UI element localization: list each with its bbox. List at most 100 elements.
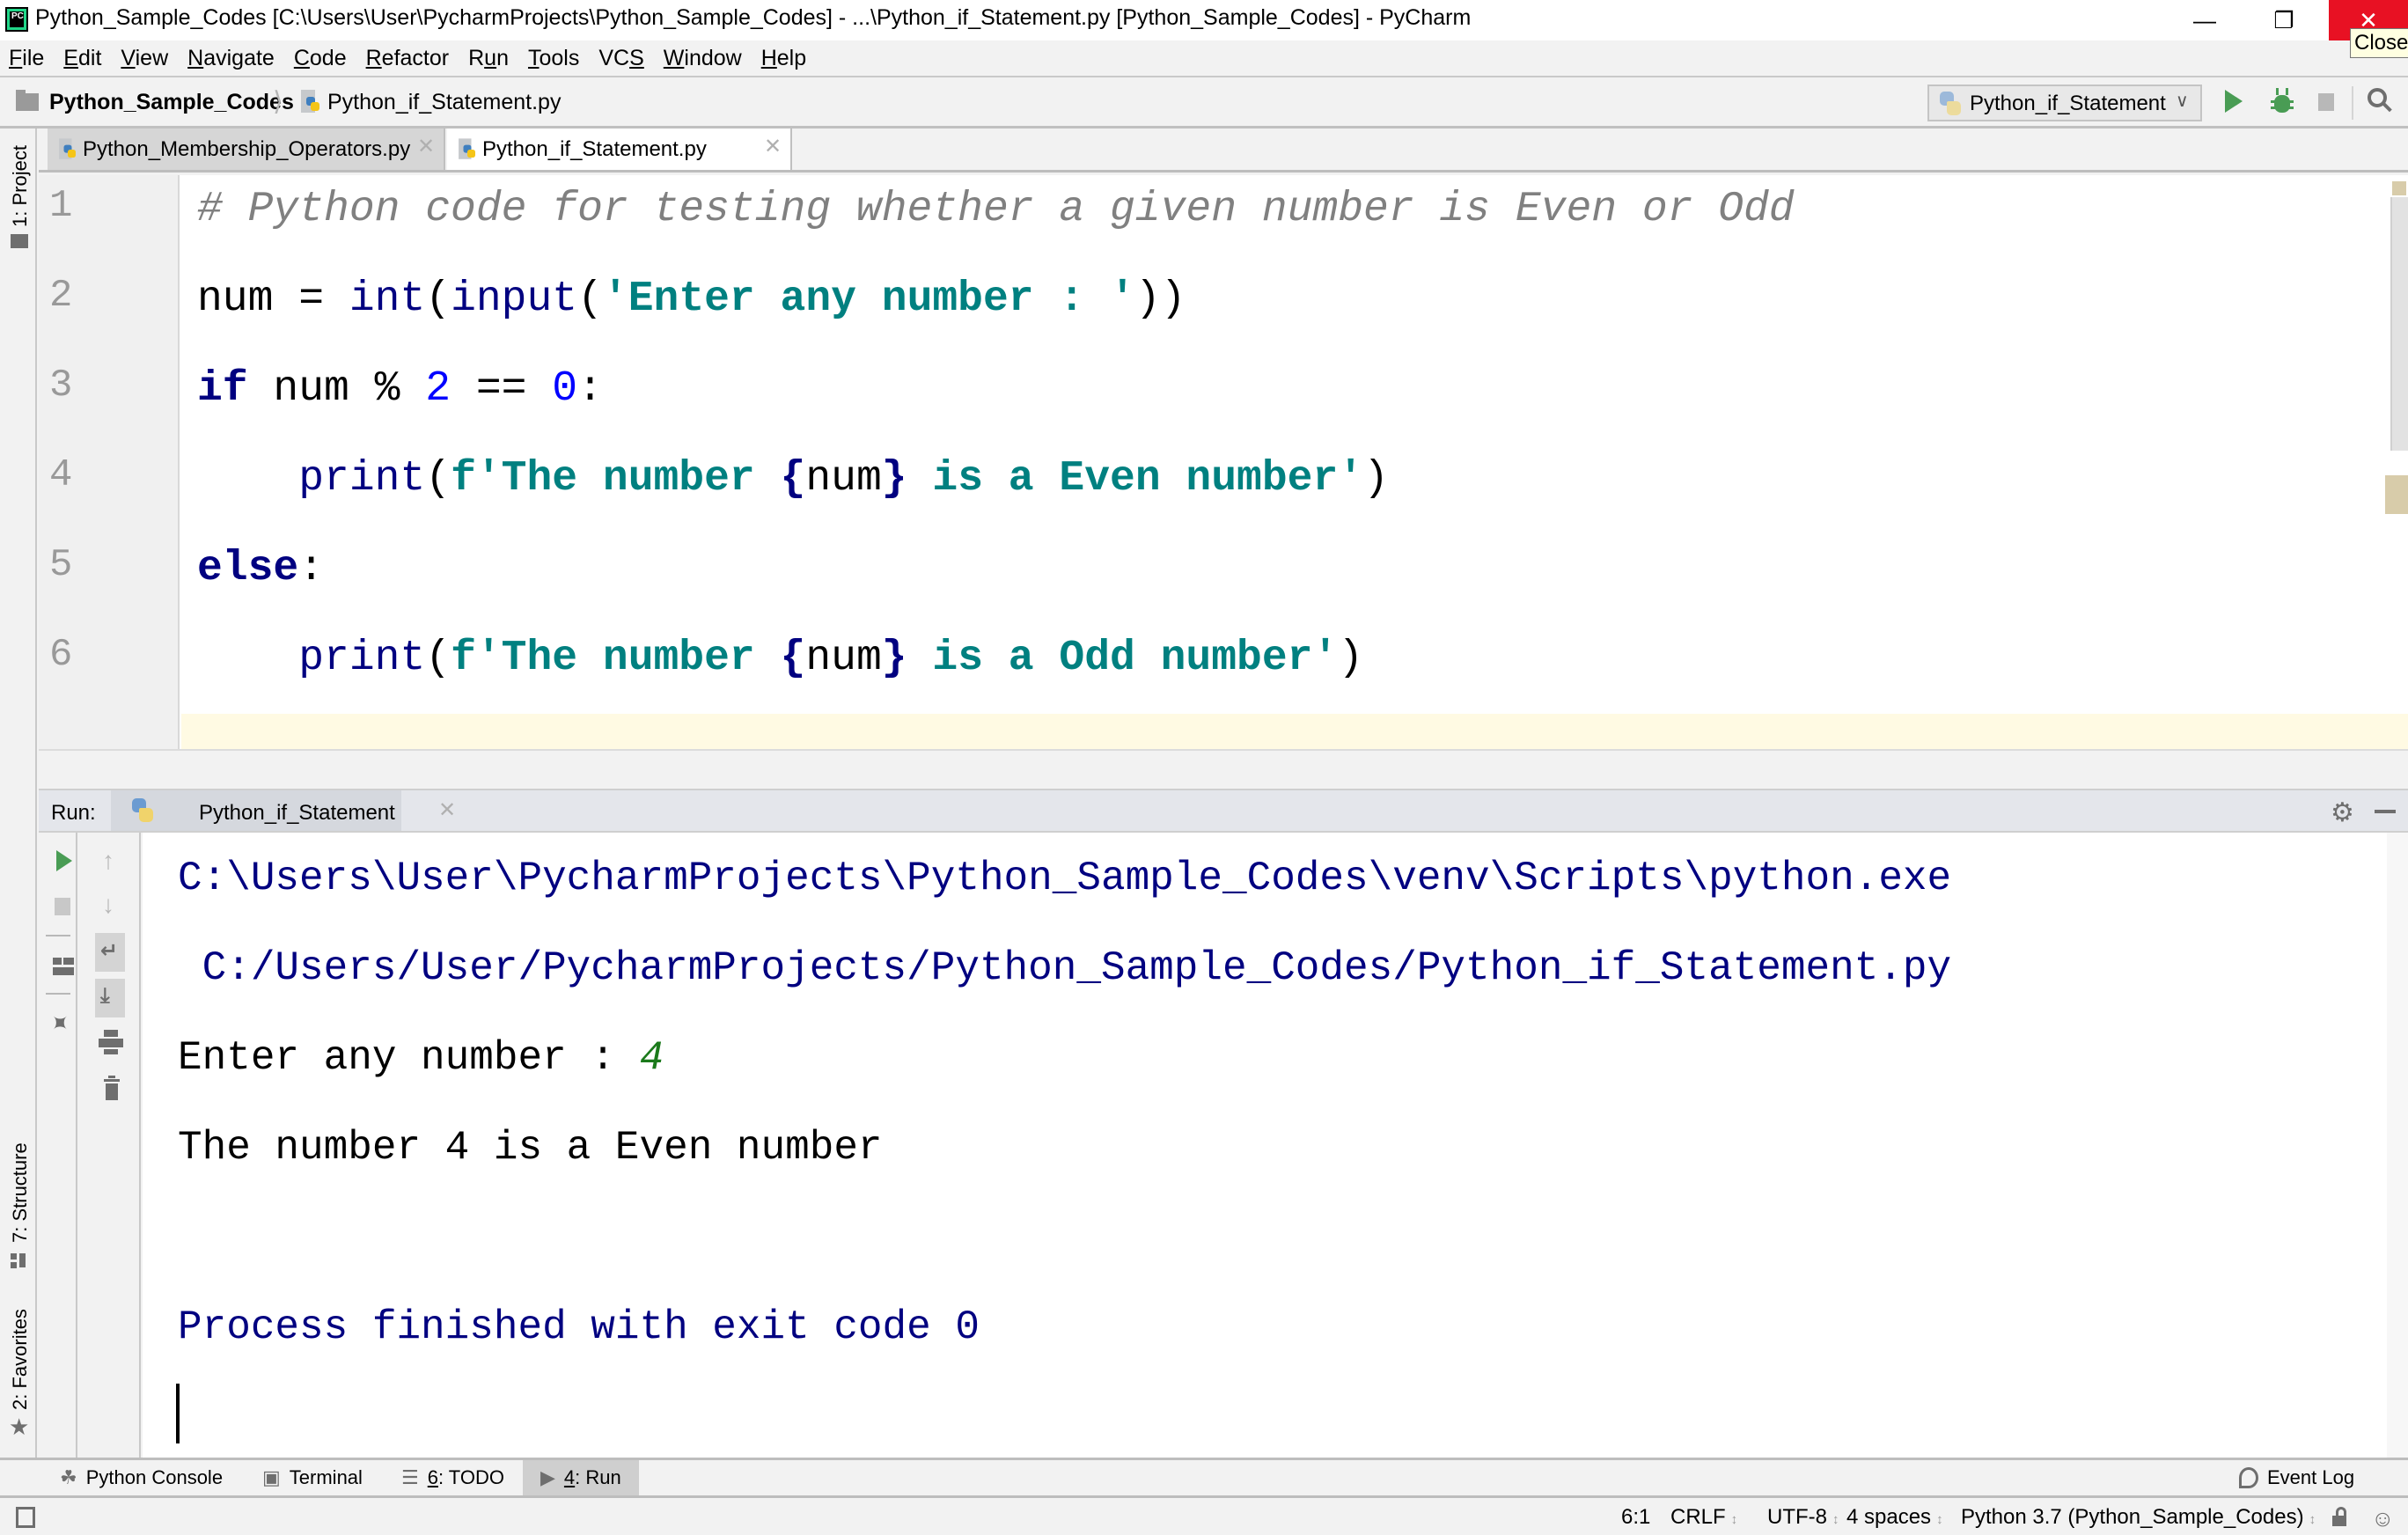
menu-run[interactable]: Run	[468, 46, 509, 71]
tab-label: Python_Membership_Operators.py	[83, 137, 411, 161]
toggle-tool-windows-icon[interactable]	[16, 1507, 35, 1528]
minimize-button[interactable]: —	[2165, 0, 2244, 40]
editor-tab-membership-operators[interactable]: Python_Membership_Operators.py ✕	[48, 129, 445, 170]
editor-bottom-border	[39, 749, 2408, 774]
close-tab-icon[interactable]: ✕	[417, 134, 435, 159]
bug-icon	[2276, 88, 2288, 95]
tool-tab-terminal[interactable]: ▣ Terminal	[262, 1460, 363, 1495]
code-line[interactable]: # Python code for testing whether a give…	[197, 186, 1795, 233]
code-token-brace: {	[780, 455, 806, 503]
tool-tab-structure[interactable]: 7: Structure	[9, 1142, 32, 1243]
updown-icon: ↕	[2309, 1512, 2316, 1527]
error-stripe-marker[interactable]	[2385, 475, 2408, 514]
code-token-var: )	[1363, 455, 1389, 503]
code-token-kw: if	[197, 365, 248, 413]
python-icon	[130, 798, 155, 823]
close-tab-icon[interactable]: ✕	[438, 797, 456, 823]
toolbar-divider	[46, 935, 70, 936]
code-token-string: 'Enter any number : '	[602, 275, 1135, 323]
menu-bar: File Edit View Navigate Code Refactor Run Tools…	[0, 40, 2408, 77]
close-tab-icon[interactable]: ✕	[764, 134, 782, 159]
console-interpreter-path: C:\Users\User\PycharmProjects\Python_Sam…	[178, 856, 1952, 901]
star-icon: ★	[9, 1414, 30, 1440]
current-line-highlight	[181, 714, 2408, 749]
code-token-var: ==	[451, 365, 553, 413]
tab-label: Terminal	[289, 1466, 363, 1488]
gear-icon[interactable]: ⚙	[2331, 797, 2354, 828]
clear-all-button[interactable]	[104, 1076, 120, 1100]
run-toolbar-primary	[39, 833, 77, 1458]
code-token-var: (	[425, 635, 452, 682]
read-only-lock-icon[interactable]	[2332, 1507, 2346, 1526]
menu-navigate[interactable]: Navigate	[187, 46, 275, 71]
editor-scrollbar[interactable]	[2390, 197, 2408, 451]
tool-tab-favorites[interactable]: 2: Favorites	[9, 1309, 32, 1410]
menu-edit[interactable]: Edit	[63, 46, 101, 71]
code-token-var: (	[425, 275, 452, 323]
restore-layout-button[interactable]	[53, 958, 74, 975]
breadcrumb-project[interactable]: Python_Sample_Codes	[49, 90, 294, 115]
console-scrollbar[interactable]	[2387, 833, 2408, 1458]
code-token-builtin: input	[451, 275, 578, 323]
tool-tab-todo[interactable]: ☰ 6: TODO	[401, 1460, 504, 1495]
code-line[interactable]: print(f'The number {num} is a Even numbe…	[197, 455, 1389, 503]
code-line[interactable]: num = int(input('Enter any number : '))	[197, 275, 1186, 323]
tool-tab-event-log[interactable]: Event Log	[2239, 1460, 2354, 1495]
code-editor[interactable]: 1 2 3 4 5 6 # Python code for testing whether…	[39, 175, 2408, 749]
menu-window[interactable]: Window	[664, 46, 742, 71]
menu-vcs[interactable]: VCS	[598, 46, 643, 71]
menu-tools[interactable]: Tools	[528, 46, 579, 71]
code-line[interactable]: else:	[197, 545, 324, 592]
editor-tab-if-statement[interactable]: Python_if_Statement.py ✕	[447, 129, 792, 170]
scroll-to-end-toggle[interactable]: ⤓	[95, 979, 125, 1017]
line-separator-selector[interactable]: CRLF ↕	[1670, 1505, 1737, 1530]
encoding-selector[interactable]: UTF-8 ↕	[1767, 1505, 1839, 1530]
run-tab[interactable]: Python_if_Statement ✕	[111, 790, 456, 831]
run-configuration-dropdown[interactable]: Python_if_Statement ∨	[1927, 84, 2202, 121]
soft-wrap-toggle[interactable]: ↵	[95, 933, 125, 972]
interpreter-selector[interactable]: Python 3.7 (Python_Sample_Codes) ↕	[1961, 1505, 2316, 1530]
run-button[interactable]	[2225, 90, 2243, 113]
code-token-brace: }	[881, 455, 907, 503]
restore-button[interactable]: ❐	[2244, 0, 2324, 40]
tool-tab-python-console[interactable]: ☘ Python Console	[60, 1460, 223, 1495]
console-prompt-line: Enter any number : 4	[178, 1035, 664, 1081]
indent-selector[interactable]: 4 spaces ↕	[1846, 1505, 1943, 1530]
folder-icon	[16, 90, 39, 111]
code-token-var: (	[577, 275, 603, 323]
tool-tab-project[interactable]: 1: Project	[9, 145, 32, 227]
console-exit-message: Process finished with exit code 0	[178, 1304, 980, 1350]
up-arrow-button[interactable]: ↑	[102, 847, 114, 875]
scroll-end-icon: ⤓	[100, 984, 110, 1008]
debug-button[interactable]	[2271, 88, 2294, 114]
code-token-var: ))	[1134, 275, 1186, 323]
search-everywhere-button[interactable]	[2368, 88, 2392, 114]
menu-code[interactable]: Code	[294, 46, 347, 71]
bottom-tool-tabs: ☘ Python Console ▣ Terminal ☰ 6: TODO ▶ …	[0, 1458, 2408, 1498]
code-token-string: is a Odd number'	[907, 635, 1339, 682]
run-console[interactable]: C:\Users\User\PycharmProjects\Python_Sam…	[143, 833, 2408, 1458]
hector-inspector-icon[interactable]: ☺	[2371, 1505, 2395, 1532]
menu-view[interactable]: View	[121, 46, 168, 71]
wrap-icon: ↵	[100, 939, 119, 963]
down-arrow-button[interactable]: ↓	[102, 891, 114, 919]
print-button[interactable]	[99, 1030, 123, 1054]
tool-tab-run[interactable]: ▶ 4: Run	[523, 1460, 639, 1495]
pycharm-logo-icon: PC	[5, 7, 28, 32]
list-icon: ☰	[401, 1466, 419, 1488]
rerun-button[interactable]	[56, 850, 72, 871]
stop-button[interactable]	[2318, 93, 2334, 111]
menu-file[interactable]: File	[9, 46, 44, 71]
menu-refactor[interactable]: Refactor	[366, 46, 450, 71]
updown-icon: ↕	[1832, 1512, 1839, 1527]
caret-position[interactable]: 6:1	[1621, 1505, 1650, 1530]
code-line[interactable]: print(f'The number {num} is a Odd number…	[197, 635, 1363, 682]
menu-help[interactable]: Help	[761, 46, 806, 71]
code-token-brace: {	[780, 635, 806, 682]
line-number: 3	[49, 364, 73, 408]
code-line[interactable]: if num % 2 == 0:	[197, 365, 603, 413]
breadcrumb-file[interactable]: Python_if_Statement.py	[327, 90, 561, 115]
inspection-status-marker[interactable]	[2392, 181, 2406, 195]
stop-process-button[interactable]	[55, 898, 70, 915]
hide-panel-button[interactable]	[2375, 810, 2396, 813]
